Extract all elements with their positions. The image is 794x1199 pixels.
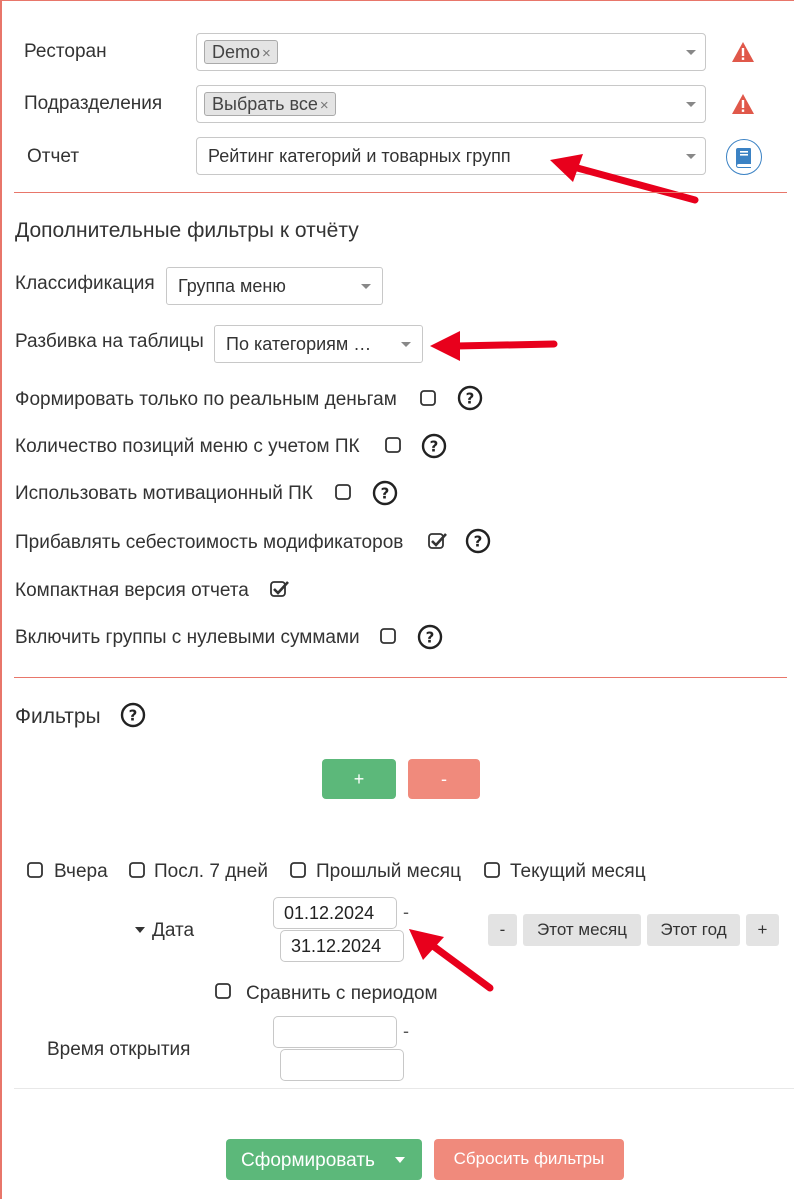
svg-text:?: ? [466, 390, 475, 408]
svg-text:?: ? [474, 533, 483, 551]
departments-tag[interactable]: Выбрать все × [204, 92, 336, 116]
date-to-input[interactable]: 31.12.2024 [280, 930, 404, 962]
chevron-down-icon[interactable] [394, 1157, 406, 1164]
checkbox[interactable] [385, 437, 401, 453]
checkbox[interactable] [380, 628, 396, 644]
tag-remove-icon[interactable]: × [320, 97, 329, 114]
checkbox[interactable] [215, 983, 231, 999]
open-time-from-input[interactable] [273, 1016, 397, 1048]
restaurant-label: Ресторан [24, 41, 107, 62]
checkbox[interactable] [335, 484, 351, 500]
option-label: Прибавлять себестоимость модификаторов [15, 532, 404, 553]
report-select-value: Рейтинг категорий и товарных групп [208, 146, 511, 166]
restaurant-tag-text: Demo [212, 42, 261, 62]
help-icon[interactable]: ? [120, 702, 146, 728]
warning-icon [732, 94, 754, 114]
departments-select[interactable]: Выбрать все × [196, 85, 706, 123]
report-label: Отчет [27, 146, 80, 167]
departments-tag-text: Выбрать все [212, 94, 318, 114]
add-filter-button[interactable]: + [322, 759, 396, 799]
period-yesterday-label: Вчера [54, 861, 108, 882]
open-time-to-input[interactable] [280, 1049, 404, 1081]
reset-filters-button[interactable]: Сбросить фильтры [434, 1139, 624, 1180]
help-icon[interactable]: ? [421, 433, 447, 459]
open-time-separator: - [403, 1021, 409, 1041]
submit-button[interactable]: Сформировать [226, 1139, 422, 1180]
table-split-label: Разбивка на таблицы [15, 331, 204, 352]
top-border [0, 0, 794, 1]
help-icon[interactable]: ? [417, 624, 443, 650]
extra-filters-title: Дополнительные фильтры к отчёту [15, 219, 359, 242]
date-plus-button[interactable]: + [746, 914, 779, 946]
svg-text:?: ? [430, 438, 439, 456]
compare-label: Сравнить с периодом [246, 983, 438, 1004]
period-current-month-label: Текущий месяц [510, 861, 646, 882]
this-month-button[interactable]: Этот месяц [523, 914, 641, 946]
checkbox[interactable] [484, 862, 500, 878]
table-split-value: По категориям … [226, 334, 372, 354]
checkbox[interactable] [420, 390, 436, 406]
report-info-button[interactable] [726, 139, 762, 175]
divider [14, 192, 787, 193]
divider [14, 677, 787, 678]
tag-remove-icon[interactable]: × [262, 45, 271, 62]
this-year-button[interactable]: Этот год [647, 914, 740, 946]
warning-icon [732, 42, 754, 62]
option-label: Компактная версия отчета [15, 580, 249, 601]
departments-label: Подразделения [24, 93, 163, 114]
classification-select[interactable]: Группа меню [166, 267, 383, 305]
checkbox[interactable] [27, 862, 43, 878]
svg-text:?: ? [426, 629, 435, 647]
svg-text:?: ? [381, 485, 390, 503]
restaurant-select[interactable]: Demo × [196, 33, 706, 71]
checkbox-checked[interactable] [270, 580, 290, 598]
period-last7-label: Посл. 7 дней [154, 861, 268, 882]
annotation-arrow [550, 154, 699, 204]
svg-text:?: ? [129, 707, 138, 725]
open-time-label: Время открытия [47, 1039, 191, 1060]
chevron-down-icon [401, 342, 411, 347]
chevron-down-icon [686, 102, 696, 107]
table-split-select[interactable]: По категориям … [214, 325, 423, 363]
chevron-down-icon [686, 50, 696, 55]
remove-filter-button[interactable]: - [408, 759, 480, 799]
filters-title: Фильтры [15, 705, 101, 728]
checkbox[interactable] [290, 862, 306, 878]
caret-down-icon[interactable] [134, 926, 146, 934]
classification-label: Классификация [15, 273, 155, 294]
date-label: Дата [152, 920, 195, 941]
option-label: Формировать только по реальным деньгам [15, 389, 397, 410]
left-border [0, 0, 2, 1199]
help-icon[interactable]: ? [372, 480, 398, 506]
annotation-arrow [430, 331, 558, 361]
date-separator: - [403, 902, 409, 922]
period-last-month-label: Прошлый месяц [316, 861, 461, 882]
submit-button-label: Сформировать [241, 1150, 375, 1171]
checkbox-checked[interactable] [428, 532, 448, 550]
option-label: Включить группы с нулевыми суммами [15, 627, 360, 648]
help-icon[interactable]: ? [465, 528, 491, 554]
date-from-input[interactable]: 01.12.2024 [273, 897, 397, 929]
checkbox[interactable] [129, 862, 145, 878]
classification-value: Группа меню [178, 276, 286, 296]
chevron-down-icon [361, 284, 371, 289]
book-icon [736, 148, 751, 168]
restaurant-tag[interactable]: Demo × [204, 40, 278, 64]
option-label: Количество позиций меню с учетом ПК [15, 436, 360, 457]
help-icon[interactable]: ? [457, 385, 483, 411]
panel-divider [14, 1088, 794, 1089]
option-label: Использовать мотивационный ПК [15, 483, 313, 504]
